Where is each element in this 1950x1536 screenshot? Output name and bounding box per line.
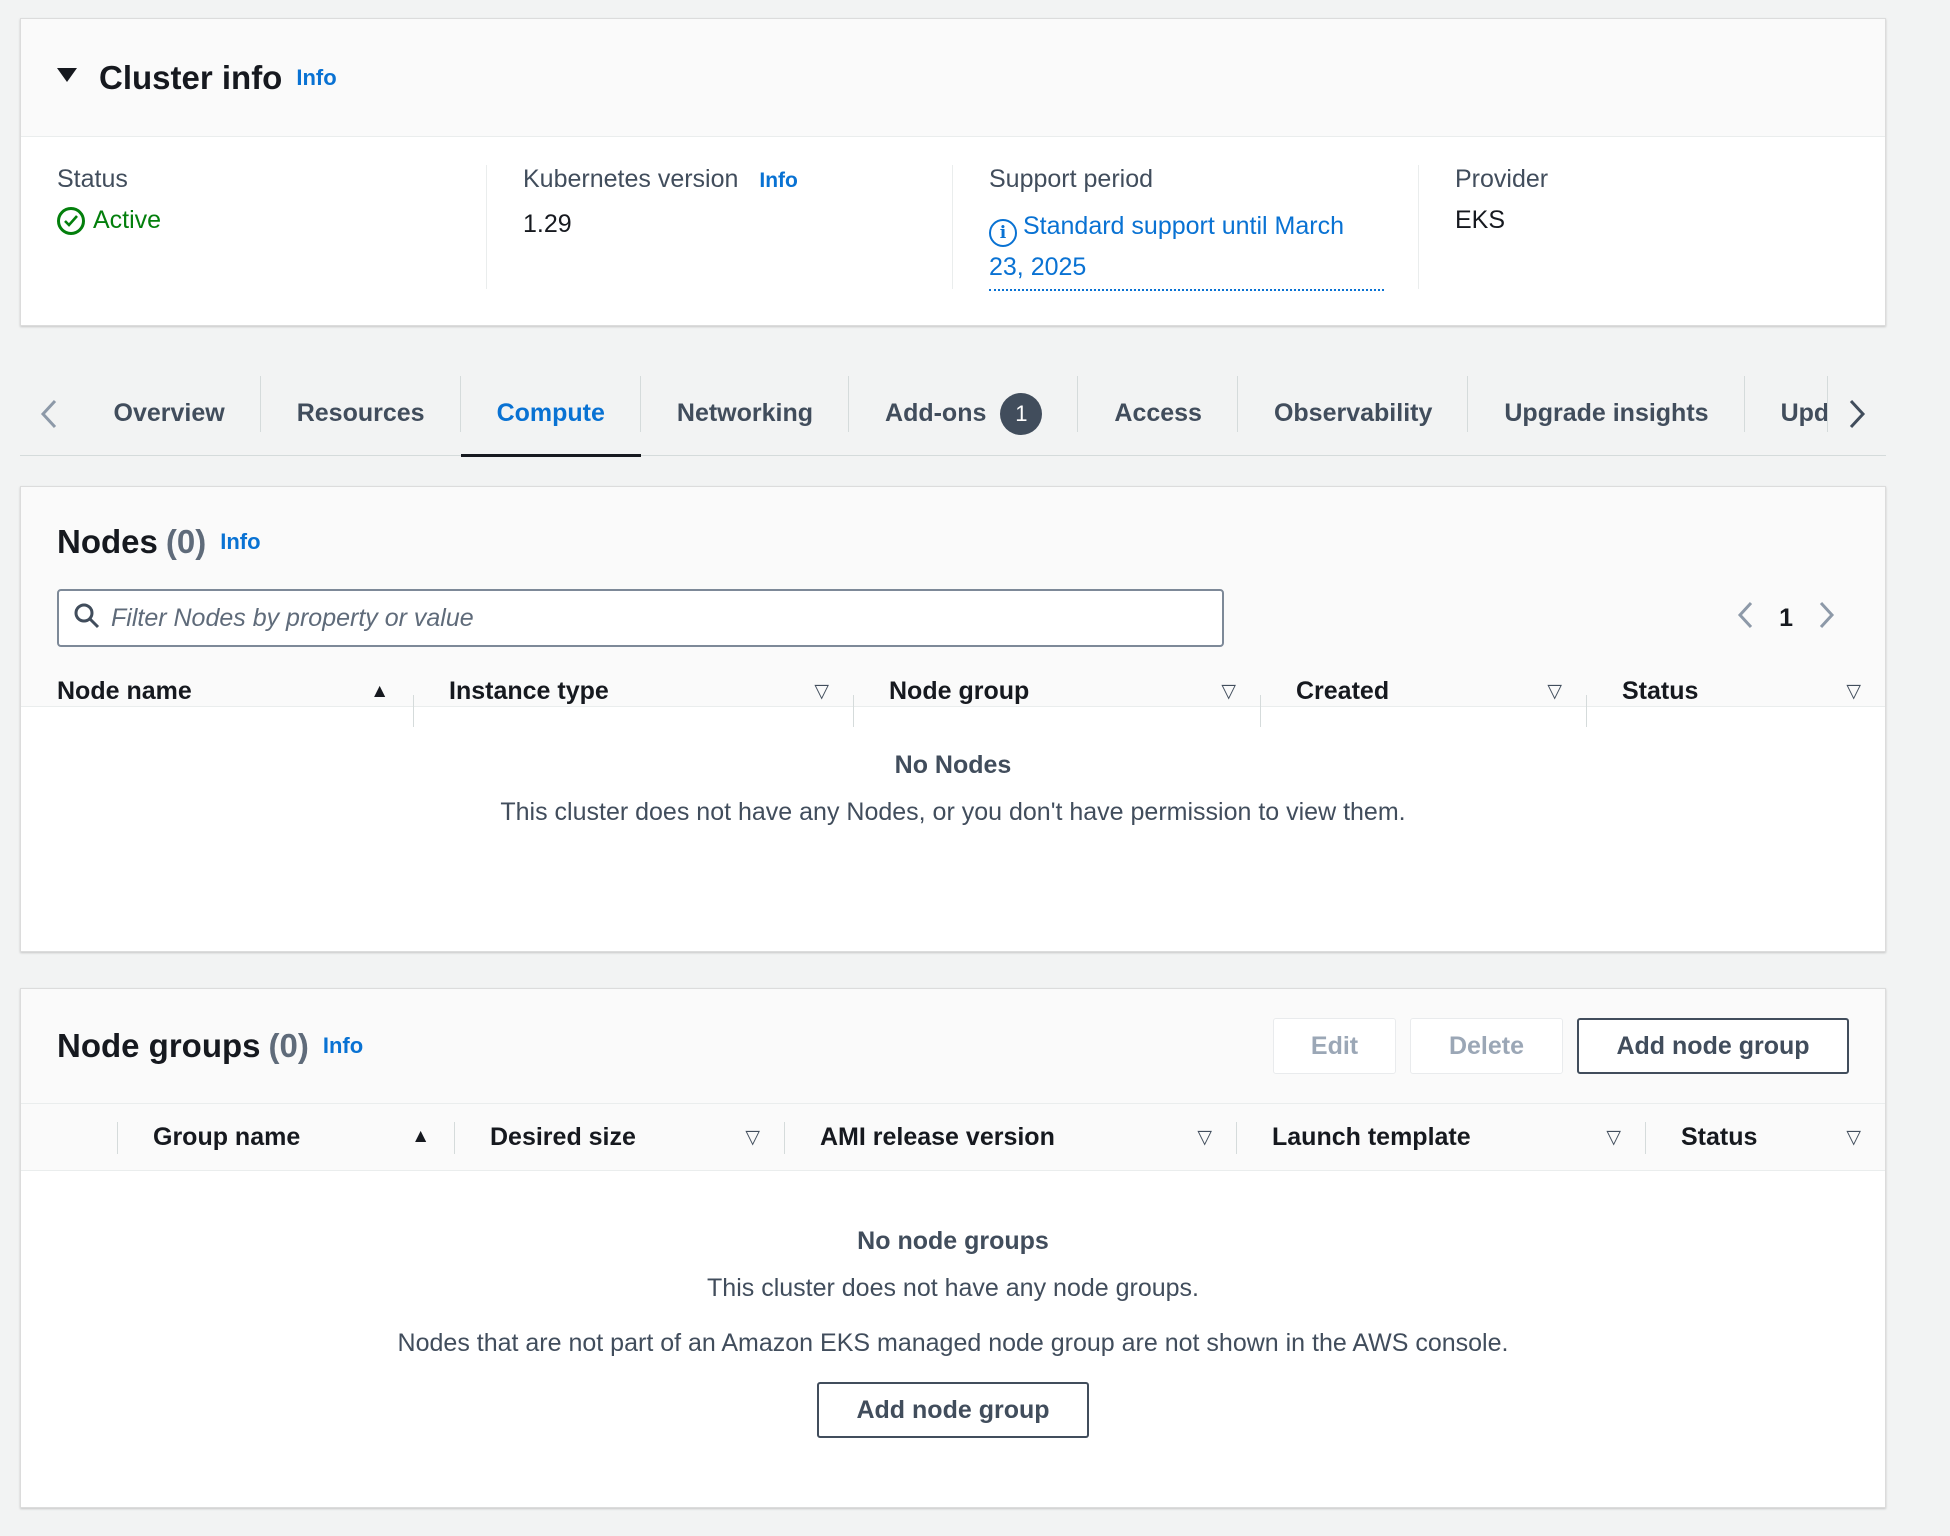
tab-add-ons[interactable]: Add-ons 1 [849, 372, 1079, 456]
nodes-title: Nodes [57, 523, 158, 560]
delete-button[interactable]: Delete [1410, 1018, 1563, 1074]
status-label: Status [57, 165, 128, 193]
kubernetes-version-column: Kubernetes version Info 1.29 [487, 165, 953, 289]
node-groups-table-header: Group name ▲ Desired size ▽ AMI release … [21, 1103, 1885, 1171]
cluster-info-info-link[interactable]: Info [296, 65, 336, 91]
column-launch-template[interactable]: Launch template ▽ [1236, 1104, 1645, 1170]
support-period-label: Support period [989, 165, 1154, 193]
tab-access[interactable]: Access [1078, 372, 1238, 456]
tab-compute[interactable]: Compute [460, 372, 642, 457]
sort-icon[interactable]: ▽ [1197, 1126, 1212, 1149]
cluster-info-details: Status Active Kubernetes version Info 1.… [21, 137, 1885, 291]
nodes-header: Nodes (0) Info 1 Node [21, 487, 1885, 727]
sort-icon[interactable]: ▽ [1547, 680, 1562, 703]
column-node-group[interactable]: Node group ▽ [853, 677, 1260, 727]
column-instance-type[interactable]: Instance type ▽ [413, 677, 853, 727]
provider-column: Provider EKS [1419, 165, 1885, 289]
node-groups-count: (0) [268, 1027, 309, 1064]
sort-icon[interactable]: ▽ [1846, 680, 1861, 703]
nodes-table-header: Node name ▲ Instance type ▽ Node group ▽… [21, 677, 1885, 727]
kubernetes-version-info-link[interactable]: Info [759, 169, 797, 192]
sort-icon[interactable]: ▽ [1221, 680, 1236, 703]
tab-networking[interactable]: Networking [641, 372, 850, 456]
kubernetes-version-label-text: Kubernetes version [523, 165, 739, 193]
sort-icon[interactable]: ▽ [1606, 1126, 1621, 1149]
cluster-info-title[interactable]: Cluster info [99, 59, 282, 97]
search-icon [73, 602, 101, 635]
empty-add-node-group-button[interactable]: Add node group [817, 1382, 1089, 1438]
status-active-text: Active [93, 206, 162, 234]
support-period-column: Support period i Standard support until M… [953, 165, 1419, 291]
sort-icon[interactable]: ▽ [1846, 1126, 1861, 1149]
cluster-info-header: Cluster info Info [21, 19, 1885, 137]
node-groups-header: Node groups (0) Info Edit Delete Add nod… [21, 989, 1885, 1103]
pagination-page-1[interactable]: 1 [1779, 604, 1793, 633]
node-groups-info-link[interactable]: Info [323, 1033, 363, 1059]
nodes-search-row: 1 [57, 589, 1849, 647]
tab-add-ons-label: Add-ons [885, 399, 987, 427]
cluster-info-panel: Cluster info Info Status Active Kubernet… [20, 18, 1886, 326]
node-groups-title: Node groups [57, 1027, 261, 1064]
nodes-info-link[interactable]: Info [220, 529, 260, 555]
nodes-title-row: Nodes (0) Info [57, 523, 261, 561]
nodes-empty-title: No Nodes [894, 751, 1012, 779]
add-node-group-button[interactable]: Add node group [1577, 1018, 1849, 1074]
tab-overview[interactable]: Overview [78, 372, 261, 456]
tab-observability[interactable]: Observability [1238, 372, 1469, 456]
column-created[interactable]: Created ▽ [1260, 677, 1586, 727]
provider-label: Provider [1455, 165, 1549, 193]
tab-update-history[interactable]: Upd [1745, 372, 1828, 456]
status-value: Active [57, 206, 486, 235]
node-groups-actions: Edit Delete Add node group [1273, 1018, 1849, 1074]
info-circle-icon: i [989, 219, 1017, 247]
support-period-link[interactable]: i Standard support until March 23, 2025 [989, 206, 1384, 291]
nodes-panel: Nodes (0) Info 1 Node [20, 486, 1886, 952]
nodes-filter[interactable] [57, 589, 1224, 647]
status-column: Status Active [21, 165, 487, 289]
support-period-text: Standard support until March 23, 2025 [989, 212, 1345, 281]
nodes-count: (0) [165, 523, 207, 560]
edit-button[interactable]: Edit [1273, 1018, 1396, 1074]
column-group-status[interactable]: Status ▽ [1645, 1104, 1885, 1170]
node-groups-empty-state: No node groups This cluster does not hav… [21, 1171, 1885, 1438]
sort-ascending-icon[interactable]: ▲ [370, 681, 389, 703]
add-ons-count-badge: 1 [1000, 392, 1043, 435]
provider-value: EKS [1455, 206, 1506, 234]
column-selection [21, 1104, 117, 1170]
kubernetes-version-label: Kubernetes version Info [523, 165, 952, 194]
sort-ascending-icon[interactable]: ▲ [411, 1126, 430, 1148]
cluster-tabs: Overview Resources Compute Networking Ad… [20, 372, 1886, 457]
column-status[interactable]: Status ▽ [1586, 677, 1885, 727]
node-groups-empty-description: This cluster does not have any node grou… [707, 1274, 1199, 1302]
node-groups-panel: Node groups (0) Info Edit Delete Add nod… [20, 988, 1886, 1508]
sort-icon[interactable]: ▽ [814, 680, 829, 703]
kubernetes-version-value: 1.29 [523, 210, 572, 238]
node-groups-empty-note: Nodes that are not part of an Amazon EKS… [397, 1329, 1509, 1357]
nodes-pagination: 1 [1737, 599, 1835, 638]
column-desired-size[interactable]: Desired size ▽ [454, 1104, 784, 1170]
node-groups-empty-title: No node groups [857, 1227, 1049, 1255]
caret-down-icon[interactable] [57, 67, 77, 82]
tabs-scroll-left-icon[interactable] [20, 384, 78, 444]
tab-upgrade-insights[interactable]: Upgrade insights [1468, 372, 1745, 456]
sort-icon[interactable]: ▽ [745, 1126, 760, 1149]
check-circle-icon [57, 206, 85, 235]
pagination-prev-icon[interactable] [1737, 599, 1753, 638]
nodes-empty-description: This cluster does not have any Nodes, or… [500, 798, 1406, 826]
column-group-name[interactable]: Group name ▲ [117, 1104, 454, 1170]
nodes-filter-input[interactable] [111, 603, 1191, 633]
pagination-next-icon[interactable] [1819, 599, 1835, 638]
tab-resources[interactable]: Resources [261, 372, 461, 456]
tabs-scroll-right-icon[interactable] [1828, 384, 1886, 444]
column-ami-release-version[interactable]: AMI release version ▽ [784, 1104, 1236, 1170]
column-node-name[interactable]: Node name ▲ [21, 677, 413, 706]
